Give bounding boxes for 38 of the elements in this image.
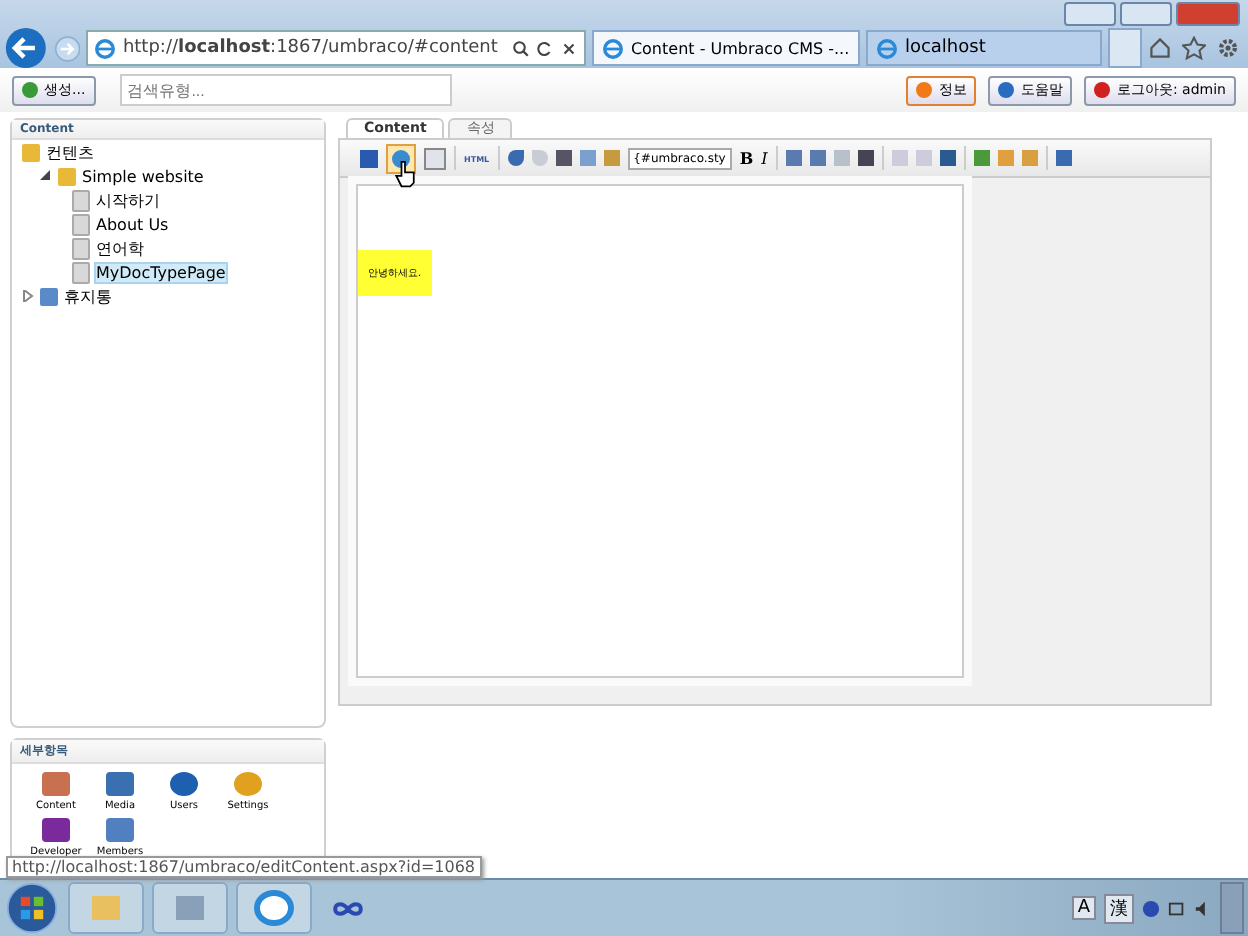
hand-cursor-icon [394, 160, 416, 188]
tree-item[interactable]: 시작하기 [96, 189, 160, 211]
ime-indicator[interactable]: A [1071, 896, 1096, 920]
browser-tab[interactable]: Content - Umbraco CMS -... [592, 30, 861, 66]
favorites-icon[interactable] [1182, 36, 1206, 60]
document-icon [72, 237, 90, 259]
status-tooltip: http://localhost:1867/umbraco/editContent.aspx?id=1068 [6, 856, 481, 878]
close-icon[interactable] [560, 39, 579, 57]
minimize-button[interactable] [1064, 2, 1116, 26]
section-icon[interactable] [170, 772, 198, 796]
document-icon [72, 189, 90, 211]
forward-icon[interactable] [53, 33, 81, 63]
settings-icon[interactable] [1216, 36, 1240, 60]
new-tab-button[interactable] [1108, 28, 1142, 68]
tree-item[interactable]: 연어학 [96, 237, 144, 259]
tree-item[interactable]: 컨텐츠 [46, 141, 94, 163]
expand-arrow-icon[interactable] [40, 170, 52, 182]
start-button[interactable] [4, 880, 60, 936]
publish-button[interactable] [386, 143, 416, 173]
document-icon [72, 261, 90, 283]
search-field[interactable]: 검색유형... [119, 74, 452, 106]
restore-button[interactable] [1120, 2, 1172, 26]
document-icon [72, 213, 90, 235]
home-icon[interactable] [1148, 36, 1172, 60]
tree-item[interactable]: About Us [96, 215, 169, 233]
browser-tab[interactable]: localhost [866, 30, 1103, 66]
search-icon[interactable] [512, 39, 531, 57]
infinity-taskbar-icon[interactable] [332, 899, 364, 917]
tree-item[interactable]: MyDocTypePage [96, 263, 226, 281]
address-bar[interactable]: http://localhost:1867/umbraco/#content [86, 30, 587, 66]
browser-taskbar-icon[interactable] [236, 882, 312, 934]
refresh-icon[interactable] [536, 39, 555, 57]
italic-button[interactable]: I [761, 149, 768, 167]
tree-item[interactable]: Simple website [82, 167, 204, 185]
tree-item[interactable]: 휴지통 [64, 285, 112, 307]
bold-button[interactable]: B [739, 148, 754, 168]
back-icon[interactable] [4, 24, 48, 72]
ime-indicator[interactable]: 漢 [1104, 893, 1134, 923]
